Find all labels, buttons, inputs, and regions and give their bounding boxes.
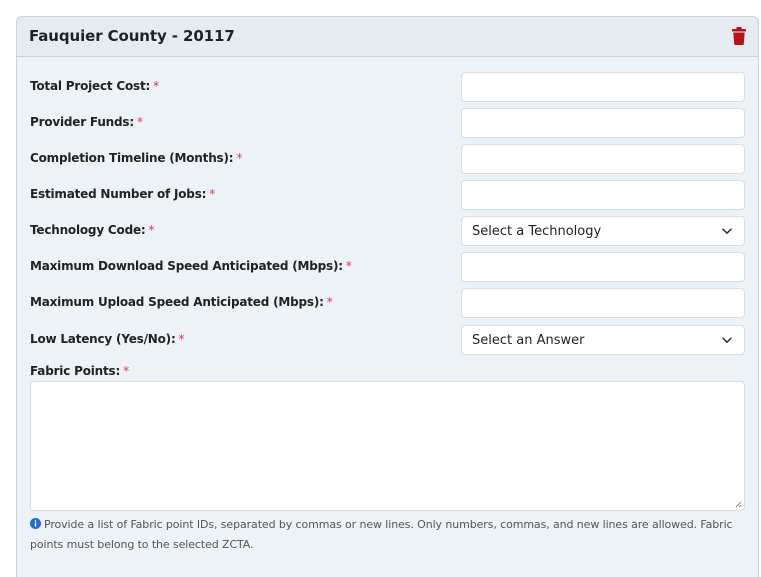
technology-code-label: Technology Code: * bbox=[30, 223, 155, 237]
low-latency-label: Low Latency (Yes/No): * bbox=[30, 332, 185, 346]
field-row-max-download: Maximum Download Speed Anticipated (Mbps… bbox=[17, 252, 758, 282]
chevron-down-icon bbox=[722, 337, 732, 343]
fabric-points-textarea[interactable] bbox=[30, 381, 745, 511]
total-project-cost-input[interactable] bbox=[461, 72, 745, 102]
completion-timeline-input[interactable] bbox=[461, 144, 745, 174]
field-row-technology-code: Technology Code: * Select a Technology bbox=[17, 216, 758, 246]
field-row-low-latency: Low Latency (Yes/No): * Select an Answer bbox=[17, 325, 758, 355]
field-row-completion-timeline: Completion Timeline (Months): * bbox=[17, 144, 758, 174]
chevron-down-icon bbox=[722, 228, 732, 234]
low-latency-selected: Select an Answer bbox=[472, 333, 585, 348]
fabric-points-help-text: Provide a list of Fabric point IDs, sepa… bbox=[30, 518, 733, 551]
required-marker: * bbox=[326, 295, 333, 309]
required-marker: * bbox=[136, 115, 143, 129]
info-circle-icon bbox=[30, 518, 41, 529]
total-project-cost-label: Total Project Cost: * bbox=[30, 79, 159, 93]
required-marker: * bbox=[236, 151, 243, 165]
field-row-provider-funds: Provider Funds: * bbox=[17, 108, 758, 138]
field-row-total-project-cost: Total Project Cost: * bbox=[17, 72, 758, 102]
required-marker: * bbox=[345, 259, 352, 273]
card-header: Fauquier County - 20117 bbox=[17, 17, 758, 57]
fabric-points-label: Fabric Points: * bbox=[30, 364, 129, 378]
required-marker: * bbox=[123, 364, 129, 378]
zcta-card: Fauquier County - 20117 Total Project Co… bbox=[16, 16, 759, 577]
field-row-max-upload: Maximum Upload Speed Anticipated (Mbps):… bbox=[17, 288, 758, 318]
resize-handle-icon[interactable] bbox=[734, 500, 742, 508]
trash-icon[interactable] bbox=[732, 27, 746, 45]
completion-timeline-label: Completion Timeline (Months): * bbox=[30, 151, 243, 165]
field-row-estimated-jobs: Estimated Number of Jobs: * bbox=[17, 180, 758, 210]
max-download-label: Maximum Download Speed Anticipated (Mbps… bbox=[30, 259, 352, 273]
max-download-input[interactable] bbox=[461, 252, 745, 282]
required-marker: * bbox=[209, 187, 216, 201]
max-upload-label: Maximum Upload Speed Anticipated (Mbps):… bbox=[30, 295, 333, 309]
required-marker: * bbox=[178, 332, 185, 346]
provider-funds-input[interactable] bbox=[461, 108, 745, 138]
provider-funds-label: Provider Funds: * bbox=[30, 115, 143, 129]
estimated-jobs-label: Estimated Number of Jobs: * bbox=[30, 187, 216, 201]
technology-code-selected: Select a Technology bbox=[472, 224, 602, 239]
required-marker: * bbox=[153, 79, 159, 93]
card-title: Fauquier County - 20117 bbox=[29, 27, 235, 45]
max-upload-input[interactable] bbox=[461, 288, 745, 318]
required-marker: * bbox=[148, 223, 155, 237]
technology-code-select[interactable]: Select a Technology bbox=[461, 216, 745, 246]
low-latency-select[interactable]: Select an Answer bbox=[461, 325, 745, 355]
estimated-jobs-input[interactable] bbox=[461, 180, 745, 210]
